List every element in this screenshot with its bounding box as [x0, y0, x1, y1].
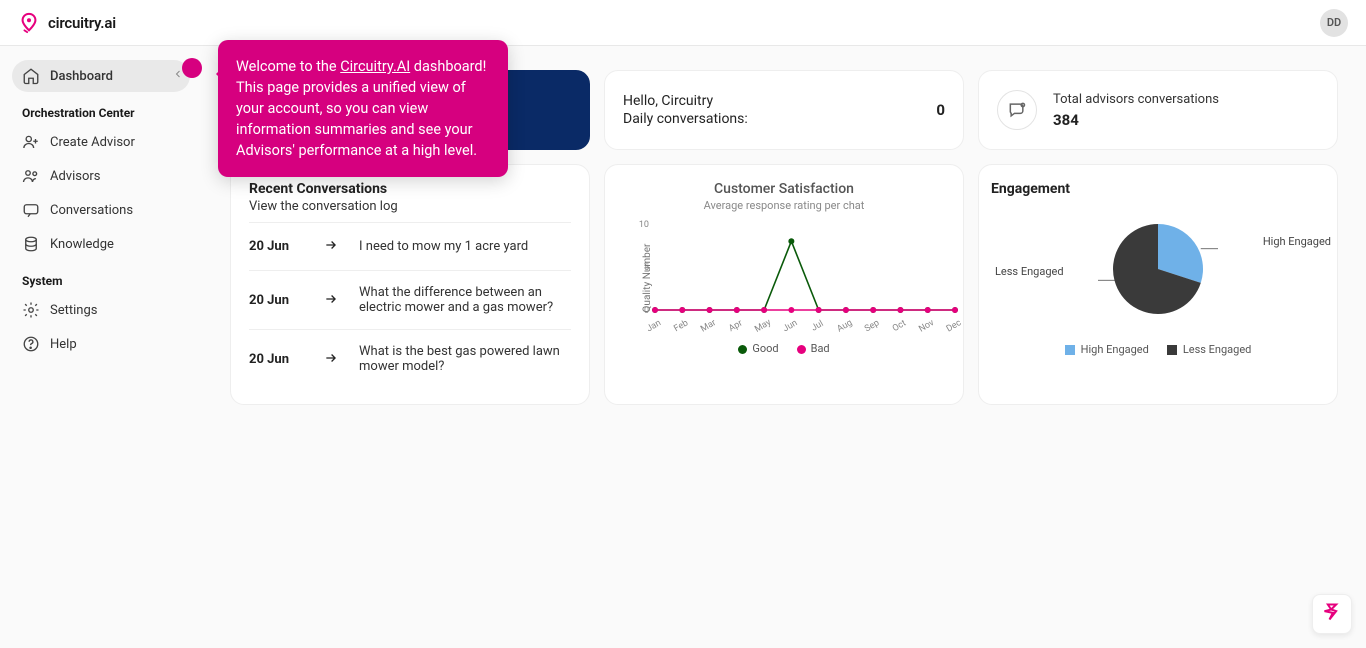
- chart-ylabel: Quality Number: [642, 244, 653, 313]
- svg-text:Oct: Oct: [891, 318, 908, 334]
- svg-text:Apr: Apr: [727, 318, 744, 334]
- sidebar-section-system: System: [12, 262, 190, 294]
- svg-text:Mar: Mar: [699, 318, 718, 335]
- sidebar-item-label: Advisors: [50, 169, 101, 184]
- conversation-text: What the difference between an electric …: [359, 285, 571, 315]
- svg-text:Feb: Feb: [672, 318, 690, 334]
- assistant-fab[interactable]: [1312, 594, 1352, 634]
- conversation-text: I need to mow my 1 acre yard: [359, 239, 571, 254]
- topbar: circuitry.ai DD: [0, 0, 1366, 46]
- engagement-legend: High Engaged Less Engaged: [991, 343, 1325, 356]
- avatar-initials: DD: [1327, 16, 1341, 29]
- daily-value: 0: [936, 101, 945, 119]
- tour-tooltip[interactable]: Welcome to the Circuitry.AI dashboard! T…: [218, 40, 508, 177]
- sidebar-item-label: Knowledge: [50, 237, 114, 252]
- pie-label-high: High Engaged: [1263, 235, 1331, 248]
- tour-link[interactable]: Circuitry.AI: [340, 58, 410, 75]
- sidebar-item-dashboard[interactable]: Dashboard: [12, 60, 190, 92]
- pie-chart: High Engaged Less Engaged: [991, 199, 1325, 339]
- home-icon: [22, 67, 40, 85]
- stat-value: 384: [1053, 111, 1219, 129]
- avatar[interactable]: DD: [1320, 9, 1348, 37]
- svg-text:Sep: Sep: [863, 318, 881, 334]
- gear-icon: [22, 301, 40, 319]
- arrow-right-icon: [321, 350, 341, 369]
- legend-good: Good: [738, 342, 778, 355]
- sidebar-item-label: Settings: [50, 303, 97, 318]
- svg-text:Jan: Jan: [645, 318, 663, 334]
- sidebar-item-settings[interactable]: Settings: [12, 294, 190, 326]
- message-icon: [22, 201, 40, 219]
- daily-label: Daily conversations:: [623, 111, 945, 127]
- conversation-date: 20 Jun: [249, 293, 303, 308]
- sidebar-item-label: Conversations: [50, 203, 133, 218]
- chat-icon: [997, 90, 1037, 130]
- brand-logo-icon: [18, 12, 40, 34]
- spark-icon: [1322, 602, 1342, 626]
- line-chart: Quality Number 0510JanFebMarAprMayJunJul…: [617, 218, 951, 338]
- brand[interactable]: circuitry.ai: [18, 12, 116, 34]
- database-icon: [22, 235, 40, 253]
- users-icon: [22, 167, 40, 185]
- user-plus-icon: [22, 133, 40, 151]
- svg-text:Aug: Aug: [836, 318, 855, 335]
- conversation-row[interactable]: 20 Jun What the difference between an el…: [249, 270, 571, 329]
- chart-subtitle: Average response rating per chat: [617, 199, 951, 212]
- svg-text:Jun: Jun: [781, 318, 799, 334]
- svg-text:May: May: [753, 317, 773, 335]
- greeting-text: Hello, Circuitry: [623, 93, 945, 109]
- chart-legend: Good Bad: [617, 342, 951, 355]
- stat-label: Total advisors conversations: [1053, 92, 1219, 107]
- conversation-text: What is the best gas powered lawn mower …: [359, 344, 571, 374]
- sidebar-item-knowledge[interactable]: Knowledge: [12, 228, 190, 260]
- recent-title: Recent Conversations: [249, 181, 571, 197]
- tour-anchor-dot: [182, 58, 202, 78]
- brand-name: circuitry.ai: [48, 14, 116, 32]
- satisfaction-card: Customer Satisfaction Average response r…: [604, 164, 964, 405]
- svg-text:10: 10: [639, 220, 649, 230]
- arrow-right-icon: [321, 291, 341, 310]
- help-icon: [22, 335, 40, 353]
- arrow-right-icon: [321, 237, 341, 256]
- chart-title: Customer Satisfaction: [617, 181, 951, 197]
- sidebar-item-label: Help: [50, 337, 77, 352]
- sidebar-item-help[interactable]: Help: [12, 328, 190, 360]
- svg-text:Nov: Nov: [917, 318, 936, 335]
- sidebar-item-advisors[interactable]: Advisors: [12, 160, 190, 192]
- conversation-row[interactable]: 20 Jun What is the best gas powered lawn…: [249, 329, 571, 388]
- conversation-row[interactable]: 20 Jun I need to mow my 1 acre yard: [249, 222, 571, 270]
- recent-conversations-card: Recent Conversations View the conversati…: [230, 164, 590, 405]
- legend-high: High Engaged: [1065, 343, 1149, 356]
- svg-text:Dec: Dec: [945, 318, 961, 334]
- legend-less: Less Engaged: [1167, 343, 1252, 356]
- legend-bad: Bad: [797, 342, 830, 355]
- conversation-date: 20 Jun: [249, 239, 303, 254]
- engagement-title: Engagement: [991, 181, 1325, 197]
- sidebar: Dashboard Orchestration Center Create Ad…: [0, 46, 202, 648]
- sidebar-item-create-advisor[interactable]: Create Advisor: [12, 126, 190, 158]
- engagement-card: Engagement High Engaged Less Engaged Hig…: [978, 164, 1338, 405]
- conversation-date: 20 Jun: [249, 352, 303, 367]
- hello-card: Hello, Circuitry Daily conversations: 0: [604, 70, 964, 150]
- sidebar-section-orchestration: Orchestration Center: [12, 94, 190, 126]
- recent-subtitle: View the conversation log: [249, 199, 571, 214]
- tour-text-prefix: Welcome to the: [236, 58, 340, 75]
- pie-label-less: Less Engaged: [995, 265, 1064, 278]
- sidebar-item-conversations[interactable]: Conversations: [12, 194, 190, 226]
- svg-text:Jul: Jul: [810, 319, 826, 334]
- sidebar-item-label: Dashboard: [50, 69, 113, 84]
- sidebar-item-label: Create Advisor: [50, 135, 135, 150]
- stat-card: Total advisors conversations 384: [978, 70, 1338, 150]
